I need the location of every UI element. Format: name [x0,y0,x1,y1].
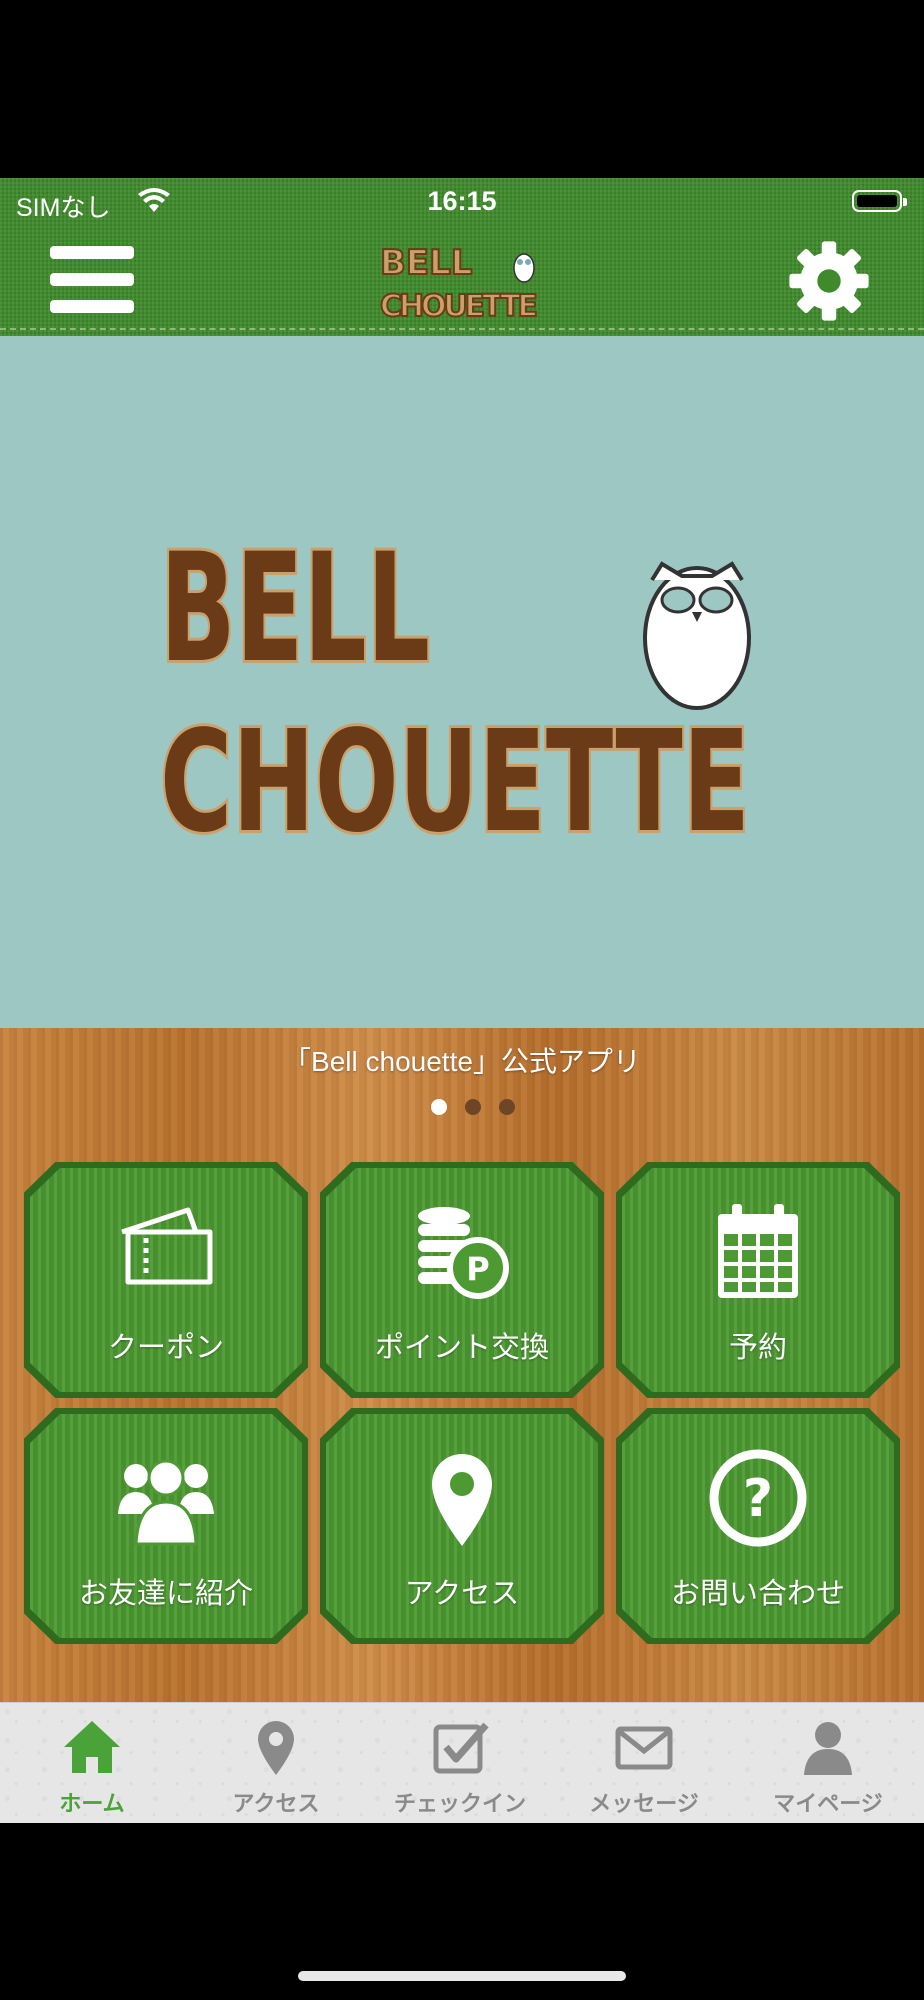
tile-coupon[interactable]: クーポン [24,1162,308,1398]
tile-label: クーポン [107,1332,224,1364]
bottom-tab-bar: ホーム アクセス チェックイン メッセージ マイページ [0,1702,924,1823]
envelope-icon [615,1726,673,1770]
tile-reservation[interactable]: 予約 [616,1162,900,1398]
tab-access[interactable]: アクセス [184,1703,368,1823]
slide-caption: 「Bell chouette」公式アプリ [283,1046,641,1077]
home-indicator[interactable] [298,1971,626,1981]
svg-text:P: P [466,1250,489,1288]
settings-button[interactable] [784,236,874,326]
header-logo: BELL CHOUETTE [379,242,539,325]
tab-messages[interactable]: メッセージ [552,1703,736,1823]
clock-text: 16:15 [427,186,497,216]
header-logo-line1: BELL [380,243,472,283]
owl-icon [513,253,535,283]
hero-logo-line2: CHOUETTE [160,701,750,850]
svg-text:?: ? [743,1469,773,1529]
tile-invite-friends[interactable]: お友達に紹介 [24,1408,308,1644]
user-icon [804,1722,852,1775]
slide-indicator-2[interactable] [465,1099,481,1115]
header-logo-line2: CHOUETTE [380,289,538,324]
tile-point-exchange[interactable]: P ポイント交換 [320,1162,604,1398]
tab-checkin[interactable]: チェックイン [368,1703,552,1823]
slide-indicator-1[interactable] [431,1099,447,1115]
hamburger-menu-icon [50,246,134,259]
checkbox-icon [433,1722,489,1774]
map-pin-icon [258,1721,294,1775]
hero-logo-line1: BELL [160,522,430,696]
tab-label: マイページ [773,1791,883,1816]
tile-label: お問い合わせ [670,1578,845,1610]
tab-label: アクセス [232,1791,320,1816]
tile-label: ポイント交換 [374,1332,549,1364]
slide-indicator-3[interactable] [499,1099,515,1115]
home-icon [64,1721,120,1773]
tile-label: アクセス [404,1578,520,1610]
coins-point-icon: P [418,1207,509,1299]
calendar-icon [718,1204,798,1298]
tab-mypage[interactable]: マイページ [736,1703,920,1823]
tab-label: メッセージ [589,1791,699,1816]
map-pin-icon [432,1454,492,1546]
battery-icon [852,190,907,212]
menu-button[interactable] [50,246,134,316]
tile-contact[interactable]: ? お問い合わせ [616,1408,900,1644]
question-circle-icon: ? [709,1449,807,1547]
tab-label: ホーム [59,1791,125,1816]
tile-access[interactable]: アクセス [320,1408,604,1644]
ticket-icon [121,1207,213,1285]
tile-label: お友達に紹介 [78,1578,253,1610]
hero-logo: BELL CHOUETTE [157,520,753,850]
tab-home[interactable]: ホーム [0,1703,184,1823]
group-people-icon [118,1459,214,1546]
tile-label: 予約 [728,1332,787,1364]
tab-label: チェックイン [393,1791,526,1816]
gear-icon [789,241,869,321]
owl-icon [643,561,751,710]
